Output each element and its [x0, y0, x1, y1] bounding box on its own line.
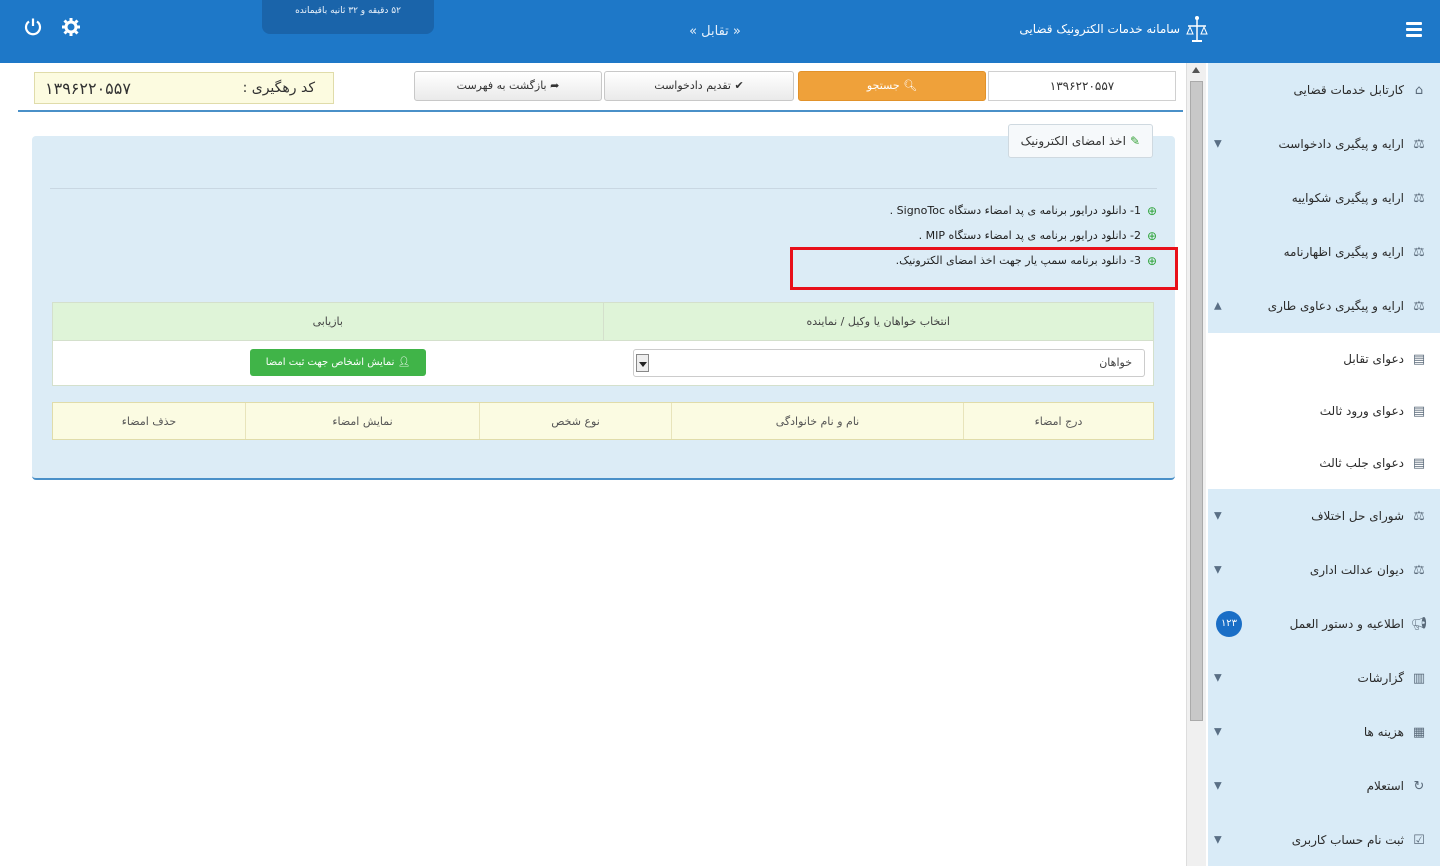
column-header-retrieve: بازیابی — [312, 315, 343, 328]
column-header-select: انتخاب خواهان یا وکیل / نماینده — [602, 303, 1154, 340]
power-icon[interactable] — [18, 16, 48, 46]
sidebar: ⌂ کارتابل خدمات قضایی ⚖ ارایه و پیگیری داد… — [1208, 63, 1440, 866]
panel-tab[interactable]: ✎اخذ امضای الکترونیک — [1007, 124, 1153, 158]
scales-icon: ⚖ — [1413, 508, 1425, 524]
scales-icon: ⚖ — [1413, 244, 1425, 260]
hamburger-menu-icon[interactable] — [1406, 22, 1422, 38]
calculator-icon: ▦ — [1412, 724, 1426, 740]
chevron-down-icon: ▼ — [1214, 138, 1222, 150]
sidebar-item-counterclaim[interactable]: ▤ دعوای تقابل — [1208, 333, 1440, 385]
sidebar-item-petition[interactable]: ⚖ ارایه و پیگیری دادخواست ▼ — [1208, 117, 1440, 171]
sidebar-item-register-account[interactable]: ☑ ثبت نام حساب کاربری ▼ — [1208, 813, 1440, 867]
session-timer: ۵۲ دقیقه و ۳۲ ثانیه باقیمانده — [262, 0, 434, 34]
scales-icon: ⚖ — [1413, 190, 1425, 206]
sidebar-item-inquiry[interactable]: ↻ استعلام ▼ — [1208, 759, 1440, 813]
edit-icon: ✎ — [1129, 134, 1140, 148]
bar-chart-icon: ▥ — [1412, 670, 1426, 686]
refresh-icon: ↻ — [1413, 778, 1425, 794]
scales-logo-icon — [1186, 14, 1208, 44]
tracking-code-label: کد رهگیری : — [242, 80, 315, 96]
submit-petition-button[interactable]: ✔ تقدیم دادخواست — [604, 71, 794, 101]
party-select-value: خواهان — [1099, 356, 1132, 369]
sidebar-item-declaration[interactable]: ⚖ ارایه و پیگیری اظهارنامه — [1208, 225, 1440, 279]
megaphone-icon: 📢︎ — [1410, 616, 1428, 632]
table-header: انتخاب خواهان یا وکیل / نماینده بازیابی — [53, 303, 1153, 341]
gear-icon[interactable] — [56, 16, 86, 46]
show-persons-button[interactable]: 👤︎ نمایش اشخاص جهت ثبت امضا — [250, 349, 426, 376]
chevron-down-icon: ▼ — [1214, 834, 1222, 846]
scales-icon: ⚖ — [1413, 136, 1425, 152]
chevron-down-icon: ▼ — [1214, 780, 1222, 792]
document-icon: ▤ — [1412, 403, 1426, 419]
table-row: خواهان 👤︎ نمایش اشخاص جهت ثبت امضا — [53, 341, 1153, 385]
tracking-code-value: ۱۳۹۶۲۲۰۵۵۷ — [45, 79, 131, 98]
sidebar-item-complaint[interactable]: ⚖ ارایه و پیگیری شکواییه — [1208, 171, 1440, 225]
scales-icon: ⚖ — [1413, 298, 1425, 314]
vertical-scrollbar[interactable] — [1186, 63, 1206, 866]
back-to-list-button[interactable]: ➦ بازگشت به فهرست — [414, 71, 602, 101]
step-2-link[interactable]: ⊕ 2- دانلود درایور برنامه ی پد امضاء دستگ… — [557, 223, 1157, 248]
chevron-down-icon: ▼ — [1214, 510, 1222, 522]
search-button[interactable]: 🔍︎ جستجو — [798, 71, 986, 101]
document-icon: ▤ — [1412, 351, 1426, 367]
column-header-show-signature: نمایش امضاء — [245, 403, 479, 439]
search-icon: 🔍︎ — [899, 79, 918, 92]
party-selection-table: انتخاب خواهان یا وکیل / نماینده بازیابی … — [52, 302, 1154, 386]
sidebar-item-third-party-entry[interactable]: ▤ دعوای ورود ثالث — [1208, 385, 1440, 437]
scales-icon: ⚖ — [1413, 562, 1425, 578]
user-icon: 👤︎ — [394, 357, 411, 368]
scrollbar-thumb[interactable] — [1190, 81, 1203, 721]
dashboard-icon: ⌂ — [1414, 82, 1424, 98]
checkbox-icon: ☑ — [1413, 832, 1425, 848]
code-input[interactable]: ۱۳۹۶۲۲۰۵۵۷ — [988, 71, 1176, 101]
top-bar: ۵۲ دقیقه و ۳۲ ثانیه باقیمانده « تقابل » … — [0, 0, 1440, 63]
sidebar-item-reports[interactable]: ▥ گزارشات ▼ — [1208, 651, 1440, 705]
column-header-delete-signature: حذف امضاء — [121, 415, 177, 428]
sidebar-item-incidental-claims[interactable]: ⚖ ارایه و پیگیری دعاوی طاری ▲ — [1208, 279, 1440, 333]
system-title: سامانه خدمات الکترونیک قضایی — [1019, 22, 1180, 36]
sidebar-item-judicial-cartable[interactable]: ⌂ کارتابل خدمات قضایی — [1208, 63, 1440, 117]
signatures-table-header: درج امضاء نام و نام خانوادگی نوع شخص نما… — [52, 402, 1154, 440]
column-header-full-name: نام و نام خانوادگی — [671, 403, 963, 439]
highlight-box — [790, 247, 1178, 290]
toolbar: کد رهگیری : ۱۳۹۶۲۲۰۵۵۷ ➦ بازگشت به فهرست… — [18, 66, 1183, 112]
chevron-down-icon: ▼ — [1214, 726, 1222, 738]
check-icon: ✔ — [730, 79, 744, 92]
notification-badge: ۱۲۳ — [1216, 611, 1242, 637]
sidebar-item-dispute-council[interactable]: ⚖ شورای حل اختلاف ▼ — [1208, 489, 1440, 543]
plus-circle-icon: ⊕ — [1146, 203, 1157, 218]
chevron-up-icon: ▲ — [1214, 300, 1222, 312]
chevron-down-icon: ▼ — [1214, 672, 1222, 684]
sidebar-item-third-party-joinder[interactable]: ▤ دعوای جلب ثالث — [1208, 437, 1440, 489]
column-header-insert-signature: درج امضاء — [963, 403, 1153, 439]
sidebar-item-administrative-court[interactable]: ⚖ دیوان عدالت اداری ▼ — [1208, 543, 1440, 597]
scroll-up-icon[interactable] — [1192, 67, 1200, 73]
breadcrumb[interactable]: « تقابل » — [660, 24, 770, 39]
sidebar-item-announcements[interactable]: 📢︎ اطلاعیه و دستور العمل ۱۲۳ — [1208, 597, 1440, 651]
column-header-person-type: نوع شخص — [479, 403, 671, 439]
sidebar-item-costs[interactable]: ▦ هزینه ها ▼ — [1208, 705, 1440, 759]
party-select[interactable]: خواهان — [633, 349, 1145, 377]
plus-circle-icon: ⊕ — [1146, 228, 1157, 243]
share-arrow-icon: ➦ — [546, 79, 560, 92]
step-1-link[interactable]: ⊕ 1- دانلود درایور برنامه ی پد امضاء دستگ… — [557, 198, 1157, 223]
tracking-code-box: کد رهگیری : ۱۳۹۶۲۲۰۵۵۷ — [34, 72, 334, 104]
chevron-down-icon: ▼ — [1214, 564, 1222, 576]
divider — [50, 188, 1157, 189]
chevron-down-icon[interactable] — [636, 354, 649, 372]
document-icon: ▤ — [1412, 455, 1426, 471]
